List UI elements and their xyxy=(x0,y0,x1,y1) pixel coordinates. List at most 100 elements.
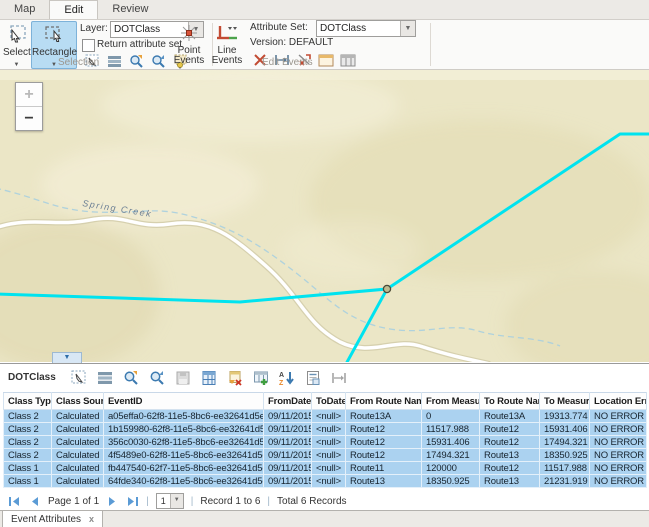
pan-to-selection-icon[interactable] xyxy=(150,53,166,69)
table-row[interactable]: Class 1Calculated64fde340-62f8-11e5-8bc6… xyxy=(4,475,647,488)
table-row[interactable]: Class 2Calculateda05effa0-62f8-11e5-8bc6… xyxy=(4,410,647,423)
col-fromdate[interactable]: FromDate xyxy=(264,393,312,410)
cell: Route13 xyxy=(346,475,422,488)
measure-selection-icon[interactable] xyxy=(331,369,348,386)
attribute-calculator-icon[interactable] xyxy=(201,369,218,386)
cell: 120000 xyxy=(422,462,480,475)
show-all-records-icon[interactable] xyxy=(97,369,114,386)
col-class-type[interactable]: Class Type xyxy=(4,393,52,410)
point-events-button[interactable]: Point Events xyxy=(170,21,208,69)
zoom-to-selection-icon[interactable] xyxy=(128,53,144,69)
col-from-route-name[interactable]: From Route Name xyxy=(346,393,422,410)
close-icon[interactable]: x xyxy=(89,514,94,524)
zoom-to-selection-icon[interactable] xyxy=(123,369,140,386)
event-editor-window: Map Edit Review Select ▼ Rectangle ▼ Lay… xyxy=(0,0,649,527)
cell: Calculated xyxy=(52,410,104,423)
tab-edit[interactable]: Edit xyxy=(49,0,98,19)
cell: Class 1 xyxy=(4,462,52,475)
tab-map[interactable]: Map xyxy=(0,0,49,19)
attribute-set-dropdown[interactable]: DOTClass ▼ xyxy=(316,20,416,37)
cell: a05effa0-62f8-11e5-8bc6-ee32641d5ec9 xyxy=(104,410,264,423)
tab-event-attributes[interactable]: Event Attributes x xyxy=(2,511,103,527)
col-from-measure[interactable]: From Measure xyxy=(422,393,480,410)
event-window-icon[interactable] xyxy=(318,52,334,68)
cell: Route12 xyxy=(346,423,422,436)
prev-page-icon[interactable] xyxy=(28,495,41,508)
last-page-icon[interactable] xyxy=(126,495,139,508)
line-events-button[interactable]: Line Events xyxy=(208,21,246,69)
cell: Class 2 xyxy=(4,410,52,423)
sort-records-icon[interactable]: AZ xyxy=(279,369,296,386)
separator: | xyxy=(146,496,149,507)
cell: 4f5489e0-62f8-11e5-8bc6-ee32641d5ec9 xyxy=(104,449,264,462)
cell: <null> xyxy=(312,462,346,475)
zoom-out-button[interactable]: − xyxy=(16,106,42,130)
cell: NO ERROR xyxy=(590,410,647,423)
show-selected-records-icon[interactable] xyxy=(106,53,122,69)
select-records-icon[interactable] xyxy=(71,369,88,386)
chevron-down-icon[interactable]: ▼ xyxy=(14,62,20,68)
collapse-panel-icon: ▼ xyxy=(64,354,71,361)
panel-toolbar: DOTClass xyxy=(0,364,649,391)
cell: Calculated xyxy=(52,449,104,462)
edit-events-group-label: Edit Events xyxy=(262,57,313,68)
cell: 1b159980-62f8-11e5-8bc6-ee32641d5ec9 xyxy=(104,423,264,436)
cell: <null> xyxy=(312,475,346,488)
rectangle-select-icon xyxy=(44,24,64,44)
cell: Class 2 xyxy=(4,436,52,449)
map-canvas[interactable]: Spring Creek + − xyxy=(0,70,649,362)
line-events-label: Line Events xyxy=(209,46,245,66)
add-record-icon[interactable] xyxy=(253,369,270,386)
tab-review[interactable]: Review xyxy=(98,0,162,19)
point-events-icon xyxy=(179,24,199,42)
cell: Route13 xyxy=(480,449,540,462)
cell: 17494.321 xyxy=(422,449,480,462)
col-todate[interactable]: ToDate xyxy=(312,393,346,410)
col-to-measure[interactable]: To Measure xyxy=(540,393,590,410)
chevron-down-icon[interactable]: ▼ xyxy=(51,62,57,68)
panel-collapse-tab[interactable]: ▼ xyxy=(52,352,82,363)
col-location-error[interactable]: Location Error xyxy=(590,393,647,410)
return-attribute-set-checkbox[interactable] xyxy=(82,39,95,52)
next-page-icon[interactable] xyxy=(106,495,119,508)
save-icon[interactable] xyxy=(175,369,192,386)
cell: 09/11/2015 xyxy=(264,475,312,488)
cell: Calculated xyxy=(52,475,104,488)
select-tool-button[interactable]: Select ▼ xyxy=(2,21,31,69)
cell: Route11 xyxy=(346,462,422,475)
map-zoom-control: + − xyxy=(15,82,43,131)
cell: 18350.925 xyxy=(540,449,590,462)
cell: NO ERROR xyxy=(590,436,647,449)
cell: 0 xyxy=(422,410,480,423)
cell: 09/11/2015 xyxy=(264,423,312,436)
first-page-icon[interactable] xyxy=(8,495,21,508)
cell: <null> xyxy=(312,436,346,449)
select-button-label: Select xyxy=(3,48,30,58)
table-row[interactable]: Class 2Calculated4f5489e0-62f8-11e5-8bc6… xyxy=(4,449,647,462)
col-to-route-name[interactable]: To Route Name xyxy=(480,393,540,410)
zoom-in-button[interactable]: + xyxy=(16,83,42,106)
page-number-value: 1 xyxy=(157,494,170,508)
cell: NO ERROR xyxy=(590,475,647,488)
table-row[interactable]: Class 2Calculated1b159980-62f8-11e5-8bc6… xyxy=(4,423,647,436)
table-row[interactable]: Class 1Calculatedfb447540-62f7-11e5-8bc6… xyxy=(4,462,647,475)
delete-record-icon[interactable] xyxy=(227,369,244,386)
event-table-icon[interactable] xyxy=(340,52,356,68)
cell: Route12 xyxy=(480,436,540,449)
pan-to-selection-icon[interactable] xyxy=(149,369,166,386)
col-eventid[interactable]: EventID xyxy=(104,393,264,410)
table-row[interactable]: Class 2Calculated356c0030-62f8-11e5-8bc6… xyxy=(4,436,647,449)
page-number-dropdown[interactable]: 1 ▼ xyxy=(156,493,184,509)
cell: <null> xyxy=(312,423,346,436)
col-class-source[interactable]: Class Source xyxy=(52,393,104,410)
panel-title: DOTClass xyxy=(8,372,56,383)
attribute-set-dropdown-value: DOTClass xyxy=(317,23,400,34)
cell: 11517.988 xyxy=(422,423,480,436)
point-events-label: Point Events xyxy=(171,46,207,66)
svg-text:A: A xyxy=(279,372,284,379)
line-events-icon xyxy=(216,24,238,42)
cell: 09/11/2015 xyxy=(264,410,312,423)
form-view-icon[interactable] xyxy=(305,369,322,386)
chevron-down-icon[interactable]: ▼ xyxy=(400,21,415,36)
chevron-down-icon[interactable]: ▼ xyxy=(170,494,183,508)
